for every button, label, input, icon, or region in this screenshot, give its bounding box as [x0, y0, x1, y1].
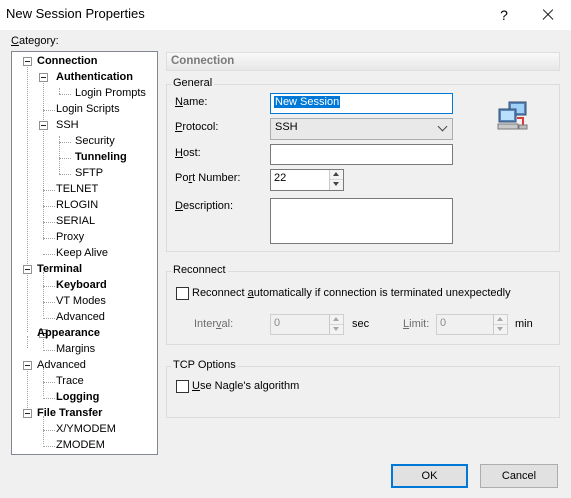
category-label: Category:	[11, 35, 59, 47]
reconnect-checkbox[interactable]	[176, 287, 189, 300]
expand-authentication-icon[interactable]	[39, 73, 48, 82]
expand-connection-icon[interactable]	[23, 57, 32, 66]
tree-item-advanced[interactable]: Advanced	[37, 358, 86, 373]
nagle-checkbox[interactable]	[176, 380, 189, 393]
tree-item-appearance[interactable]: Appearance	[37, 326, 100, 341]
description-label: Description:	[175, 200, 234, 212]
limit-stepper[interactable]: 0	[436, 314, 508, 335]
tree-item-logging[interactable]: Logging	[56, 390, 99, 405]
tree-item-login-scripts[interactable]: Login Scripts	[56, 102, 120, 117]
name-label: Name:	[175, 96, 208, 108]
tree-item-vt-modes[interactable]: VT Modes	[56, 294, 106, 309]
port-up-icon[interactable]	[330, 170, 343, 180]
tcp-options-group	[166, 366, 560, 418]
help-button[interactable]: ?	[492, 4, 516, 26]
host-field[interactable]	[270, 144, 453, 165]
tree-item-terminal-advanced[interactable]: Advanced	[56, 310, 105, 325]
tree-item-zmodem[interactable]: ZMODEM	[56, 438, 105, 453]
tree-item-tunneling[interactable]: Tunneling	[75, 150, 127, 165]
interval-stepper[interactable]: 0	[270, 314, 344, 335]
interval-down-icon[interactable]	[330, 325, 343, 335]
chevron-down-icon	[437, 121, 448, 132]
tree-item-security[interactable]: Security	[75, 134, 115, 149]
interval-label: Interval:	[194, 318, 234, 330]
tree-item-connection[interactable]: Connection	[37, 54, 98, 69]
tree-item-sftp[interactable]: SFTP	[75, 166, 103, 181]
limit-label: Limit:	[403, 318, 430, 330]
expand-ssh-icon[interactable]	[39, 121, 48, 130]
reconnect-group-title: Reconnect	[171, 264, 228, 276]
title-bar[interactable]: New Session Properties ?	[0, 0, 571, 30]
tree-item-authentication[interactable]: Authentication	[56, 70, 133, 85]
cancel-button[interactable]: Cancel	[480, 464, 558, 488]
interval-up-icon[interactable]	[330, 315, 343, 325]
expand-file-transfer-icon[interactable]	[23, 409, 32, 418]
category-tree[interactable]: Connection Authentication Login Prompts …	[11, 51, 158, 455]
limit-up-icon[interactable]	[494, 315, 507, 325]
limit-down-icon[interactable]	[494, 325, 507, 335]
tree-item-xymodem[interactable]: X/YMODEM	[56, 422, 116, 437]
session-computers-icon	[497, 101, 528, 130]
tree-item-terminal[interactable]: Terminal	[37, 262, 82, 277]
tree-item-file-transfer[interactable]: File Transfer	[37, 406, 102, 421]
tree-item-keyboard[interactable]: Keyboard	[56, 278, 107, 293]
expand-advanced-icon[interactable]	[23, 361, 32, 370]
nagle-checkbox-label[interactable]: Use Nagle's algorithm	[192, 380, 299, 392]
protocol-label: Protocol:	[175, 121, 219, 133]
tree-item-login-prompts[interactable]: Login Prompts	[75, 86, 146, 101]
port-down-icon[interactable]	[330, 180, 343, 190]
tcp-options-group-title: TCP Options	[171, 359, 238, 371]
tree-item-ssh[interactable]: SSH	[56, 118, 79, 133]
limit-unit: min	[515, 318, 533, 330]
tree-item-rlogin[interactable]: RLOGIN	[56, 198, 98, 213]
tree-item-margins[interactable]: Margins	[56, 342, 95, 357]
tree-item-keep-alive[interactable]: Keep Alive	[56, 246, 108, 261]
ok-button[interactable]: OK	[391, 464, 468, 488]
general-group-title: General	[171, 77, 215, 89]
tree-item-proxy[interactable]: Proxy	[56, 230, 84, 245]
interval-unit: sec	[352, 318, 370, 330]
name-field[interactable]: New Session	[270, 93, 453, 114]
description-field[interactable]	[270, 198, 453, 244]
window-title: New Session Properties	[6, 6, 145, 21]
tree-item-telnet[interactable]: TELNET	[56, 182, 98, 197]
protocol-select[interactable]: SSH	[270, 118, 453, 140]
tree-item-trace[interactable]: Trace	[56, 374, 84, 389]
panel-heading: Connection	[166, 52, 560, 71]
reconnect-checkbox-label[interactable]: Reconnect automatically if connection is…	[192, 287, 511, 299]
host-label: Host:	[175, 147, 201, 159]
tree-item-serial[interactable]: SERIAL	[56, 214, 95, 229]
port-stepper[interactable]: 22	[270, 169, 344, 191]
close-icon[interactable]	[535, 4, 561, 26]
port-label: Port Number:	[175, 172, 241, 184]
expand-terminal-icon[interactable]	[23, 265, 32, 274]
